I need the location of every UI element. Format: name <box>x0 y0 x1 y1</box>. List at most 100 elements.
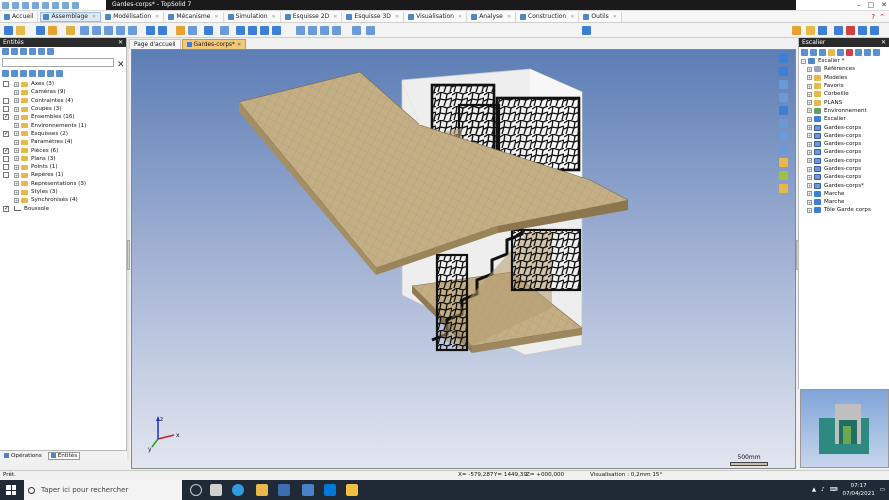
cortana-icon[interactable] <box>190 484 202 496</box>
tab-esquisse-2d[interactable]: Esquisse 2D ✕ <box>282 11 343 22</box>
folder-icon[interactable] <box>16 26 25 35</box>
show-icon[interactable] <box>11 48 18 55</box>
sketch-icon[interactable] <box>220 26 229 35</box>
project-tree-item[interactable]: + Environnement <box>799 107 889 115</box>
tab-construction[interactable]: Construction ✕ <box>518 11 580 22</box>
tab-analyse[interactable]: Analyse ✕ <box>469 11 517 22</box>
process-icon[interactable] <box>188 26 197 35</box>
tree-icon[interactable] <box>56 70 63 77</box>
entity-tree-item[interactable]: + Points (1) <box>0 163 126 171</box>
entity-tree-item[interactable]: + Environnements (1) <box>0 121 126 129</box>
entity-tree-item[interactable]: + Ensembles (16) <box>0 113 126 121</box>
layer-icon[interactable] <box>818 26 827 35</box>
expand-icon[interactable]: + <box>807 149 812 155</box>
include-icon[interactable] <box>36 26 45 35</box>
project-tree-item[interactable]: + Marche <box>799 190 889 198</box>
section-icon[interactable] <box>308 26 317 35</box>
undo-icon[interactable] <box>32 2 39 9</box>
project-tree-item[interactable]: + Gardes-corps <box>799 140 889 148</box>
close-icon[interactable]: ✕ <box>507 14 511 20</box>
delete-icon[interactable] <box>846 49 853 56</box>
entity-tree-item[interactable]: + Styles (3) <box>0 188 126 196</box>
tab-operations[interactable]: Opérations <box>2 453 44 459</box>
save-icon[interactable] <box>22 2 29 9</box>
project-tree-item[interactable]: + Corbeille <box>799 90 889 98</box>
visibility-checkbox[interactable] <box>3 97 9 104</box>
store-icon[interactable] <box>302 484 314 496</box>
standard-view-icon[interactable] <box>779 106 788 115</box>
environment-icon[interactable] <box>792 26 801 35</box>
rotate-icon[interactable] <box>779 80 788 89</box>
expand-icon[interactable]: + <box>14 123 19 129</box>
project-tree-item[interactable]: + Tôle Garde corps <box>799 206 889 214</box>
close-button[interactable]: ✕ <box>881 0 887 10</box>
expand-icon[interactable]: + <box>807 66 812 72</box>
pan-icon[interactable] <box>779 67 788 76</box>
expand-icon[interactable]: + <box>807 158 812 164</box>
help-icon[interactable] <box>72 2 79 9</box>
zoom-window-icon[interactable] <box>779 132 788 141</box>
angle-constraint-icon[interactable] <box>128 26 137 35</box>
part-icon[interactable] <box>48 26 57 35</box>
home-icon[interactable] <box>801 49 808 56</box>
expand-icon[interactable]: + <box>14 181 19 187</box>
collapse-ribbon-icon[interactable]: ⌃ <box>879 13 885 21</box>
expand-icon[interactable]: + <box>807 83 812 89</box>
close-icon[interactable]: ✕ <box>92 14 96 20</box>
expand-icon[interactable]: + <box>14 131 19 137</box>
perspective-icon[interactable] <box>779 119 788 128</box>
entity-tree-item[interactable]: + Représentations (3) <box>0 180 126 188</box>
measure-icon[interactable] <box>296 26 305 35</box>
entity-tree-item[interactable]: Boussole <box>0 204 126 212</box>
entity-tree-item[interactable]: + Repères (1) <box>0 171 126 179</box>
expand-icon[interactable]: + <box>807 108 812 114</box>
project-tree-item[interactable]: + Références <box>799 65 889 73</box>
panel-close-icon[interactable]: ✕ <box>881 38 886 47</box>
project-tree-item[interactable]: + Gardes-corps <box>799 165 889 173</box>
visibility-checkbox[interactable] <box>3 106 9 113</box>
notifications-icon[interactable]: ▭ <box>880 487 885 493</box>
task-view-icon[interactable] <box>210 484 222 496</box>
options-icon[interactable] <box>62 2 69 9</box>
refresh-icon[interactable] <box>864 49 871 56</box>
close-icon[interactable]: ✕ <box>237 40 241 50</box>
tab-assemblage[interactable]: Assemblage ✕ <box>40 11 102 22</box>
options-icon[interactable] <box>855 49 862 56</box>
expand-icon[interactable]: + <box>807 141 812 147</box>
clear-search-icon[interactable]: ✕ <box>117 60 125 70</box>
interference-icon[interactable] <box>320 26 329 35</box>
display-icon[interactable] <box>834 26 843 35</box>
project-tree-item[interactable]: + Marche <box>799 198 889 206</box>
shading-icon[interactable] <box>779 158 788 167</box>
repetition-icon[interactable] <box>146 26 155 35</box>
expand-icon[interactable]: + <box>807 166 812 172</box>
project-tree-item[interactable]: + PLANS <box>799 98 889 106</box>
visibility-checkbox[interactable] <box>3 155 9 162</box>
print-icon[interactable] <box>52 2 59 9</box>
project-tree-item[interactable]: + Gardes-corps <box>799 123 889 131</box>
mail-icon[interactable] <box>278 484 290 496</box>
edge-icon[interactable] <box>232 484 244 496</box>
project-tree-item[interactable]: + Gardes-corps <box>799 132 889 140</box>
zoom-area-icon[interactable] <box>779 145 788 154</box>
project-tree-item[interactable]: + Gardes-corps <box>799 148 889 156</box>
tab-page-accueil[interactable]: Page d'accueil <box>129 39 181 49</box>
select-all-icon[interactable] <box>2 70 9 77</box>
forward-icon[interactable] <box>819 49 826 56</box>
quick-access-toolbar[interactable] <box>2 1 79 10</box>
entity-tree-item[interactable]: + Axes (3) <box>0 80 126 88</box>
expand-icon[interactable]: + <box>807 207 812 213</box>
tab-modelisation[interactable]: Modélisation ✕ <box>103 11 165 22</box>
expand-icon[interactable]: + <box>14 139 19 145</box>
left-panel-collapse-handle[interactable] <box>127 240 130 270</box>
visibility-checkbox[interactable] <box>3 147 9 154</box>
expand-icon[interactable]: + <box>807 191 812 197</box>
block-icon[interactable] <box>176 26 185 35</box>
maximize-button[interactable]: □ <box>868 0 875 10</box>
expand-icon[interactable]: + <box>807 133 812 139</box>
explode-icon[interactable] <box>204 26 213 35</box>
tab-esquisse-3d[interactable]: Esquisse 3D ✕ <box>344 11 405 22</box>
entity-tree-item[interactable]: + Caméras (9) <box>0 88 126 96</box>
visibility-checkbox[interactable] <box>3 172 9 179</box>
entity-tree-item[interactable]: + Paramètres (4) <box>0 138 126 146</box>
